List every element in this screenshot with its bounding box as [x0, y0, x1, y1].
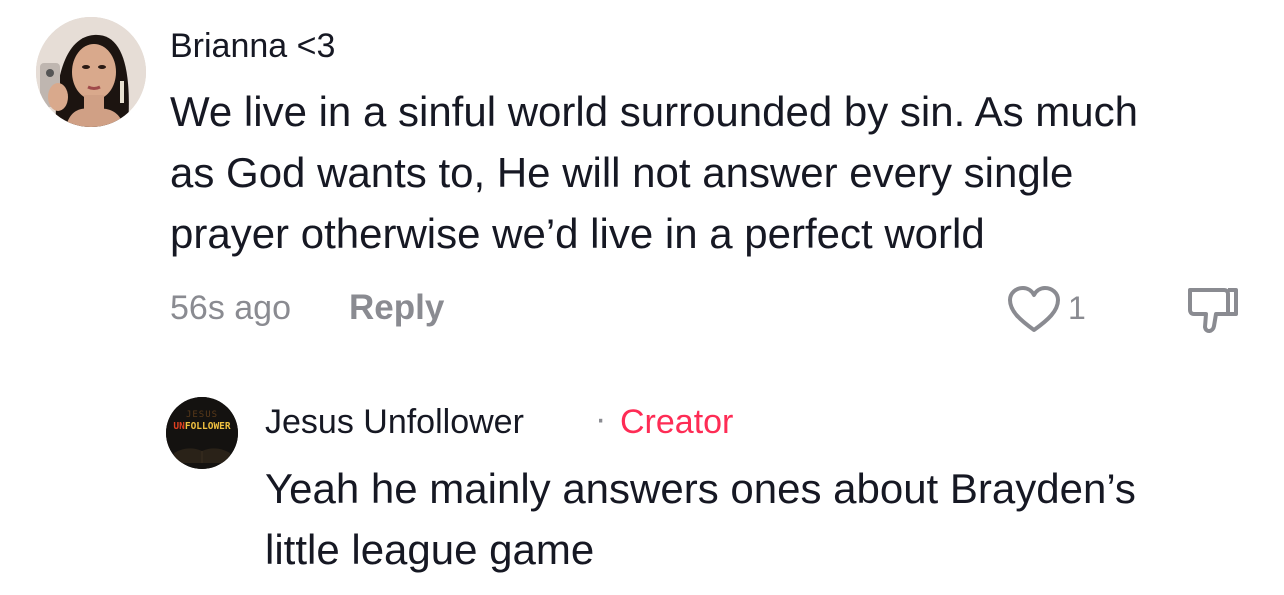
logo-unfollower-text: UNFOLLOWER	[166, 421, 238, 432]
reply-button[interactable]: Reply	[349, 288, 444, 328]
like-count: 1	[1068, 290, 1086, 326]
comment-line: as God wants to, He will not answer ever…	[170, 149, 1074, 196]
reply-username[interactable]: Jesus Unfollower	[265, 403, 524, 442]
user-photo	[36, 17, 146, 127]
dislike-button[interactable]	[1186, 284, 1240, 338]
thumbs-down-outline-icon	[1188, 288, 1238, 333]
comment-username[interactable]: Brianna <3	[170, 27, 335, 66]
avatar[interactable]	[36, 17, 146, 127]
reply-text: Yeah he mainly answers ones about Brayde…	[265, 458, 1136, 580]
heart-outline-icon	[1008, 286, 1060, 332]
like-button[interactable]	[1006, 284, 1062, 334]
logo-jesus-text: JESUS	[185, 410, 219, 420]
book-logo-image	[166, 397, 238, 469]
creator-badge: Creator	[620, 403, 734, 441]
reply-line: Yeah he mainly answers ones about Brayde…	[265, 465, 1136, 512]
comment-line: prayer otherwise we’d live in a perfect …	[170, 210, 985, 257]
creator-avatar[interactable]: JESUS UNFOLLOWER	[166, 397, 238, 469]
logo-follower: FOLLOWER	[184, 421, 231, 432]
logo-un: UN	[173, 421, 185, 432]
separator-dot: ·	[595, 400, 607, 438]
reply-line: little league game	[265, 526, 595, 573]
comment-timestamp: 56s ago	[170, 289, 291, 327]
comment-text: We live in a sinful world surrounded by …	[170, 81, 1138, 264]
comment-line: We live in a sinful world surrounded by …	[170, 88, 1139, 135]
